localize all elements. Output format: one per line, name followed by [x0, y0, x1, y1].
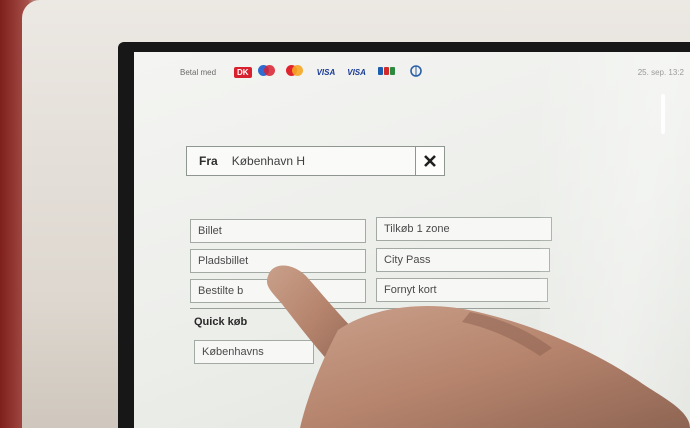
maestro-logo: [257, 65, 280, 79]
mastercard-logo: [285, 65, 308, 79]
glare-streak: [661, 94, 665, 134]
city-pass-button-label: City Pass: [384, 254, 431, 266]
quick-buy-heading: Quick køb: [194, 316, 248, 328]
close-icon: [424, 155, 436, 167]
from-station-value[interactable]: København H: [232, 154, 415, 168]
ticket-button-label: Billet: [198, 225, 222, 237]
add-one-zone-button-label: Tilkøb 1 zone: [384, 223, 450, 235]
payment-card-logos: DK VISA VISA: [234, 63, 427, 81]
screen-glare: [540, 52, 690, 428]
clear-from-button[interactable]: [415, 147, 444, 175]
ordered-tickets-button-label: Bestilte b: [198, 285, 244, 297]
date-time: 25. sep. 13:2: [637, 68, 684, 77]
quick-buy-item-label: Københavns: [202, 346, 264, 358]
from-label: Fra: [199, 154, 218, 168]
dankort-logo: DK: [234, 66, 252, 78]
ticket-button[interactable]: Billet: [190, 219, 366, 243]
ordered-tickets-button[interactable]: Bestilte b: [190, 279, 366, 303]
add-one-zone-button[interactable]: Tilkøb 1 zone: [376, 217, 552, 241]
visa-logo: VISA: [316, 67, 336, 77]
seat-ticket-button-label: Pladsbillet: [198, 255, 249, 267]
section-divider: [190, 308, 550, 309]
from-station-field[interactable]: Fra København H: [186, 146, 445, 176]
status-bar: Betal med DK VISA VISA 25. sep. 13:2: [134, 52, 690, 88]
renew-card-button[interactable]: Fornyt kort: [376, 278, 548, 302]
diners-club-logo: [405, 64, 427, 80]
ticket-machine-screen: Betal med DK VISA VISA 25. sep. 13:2 Fra…: [134, 52, 690, 428]
pay-with-label: Betal med: [180, 68, 217, 77]
seat-ticket-button[interactable]: Pladsbillet: [190, 249, 366, 273]
city-pass-button[interactable]: City Pass: [376, 248, 550, 272]
jcb-logo: [375, 65, 399, 79]
visa-electron-logo: VISA: [347, 67, 366, 77]
renew-card-button-label: Fornyt kort: [384, 284, 437, 296]
quick-buy-item[interactable]: Københavns: [194, 340, 314, 364]
